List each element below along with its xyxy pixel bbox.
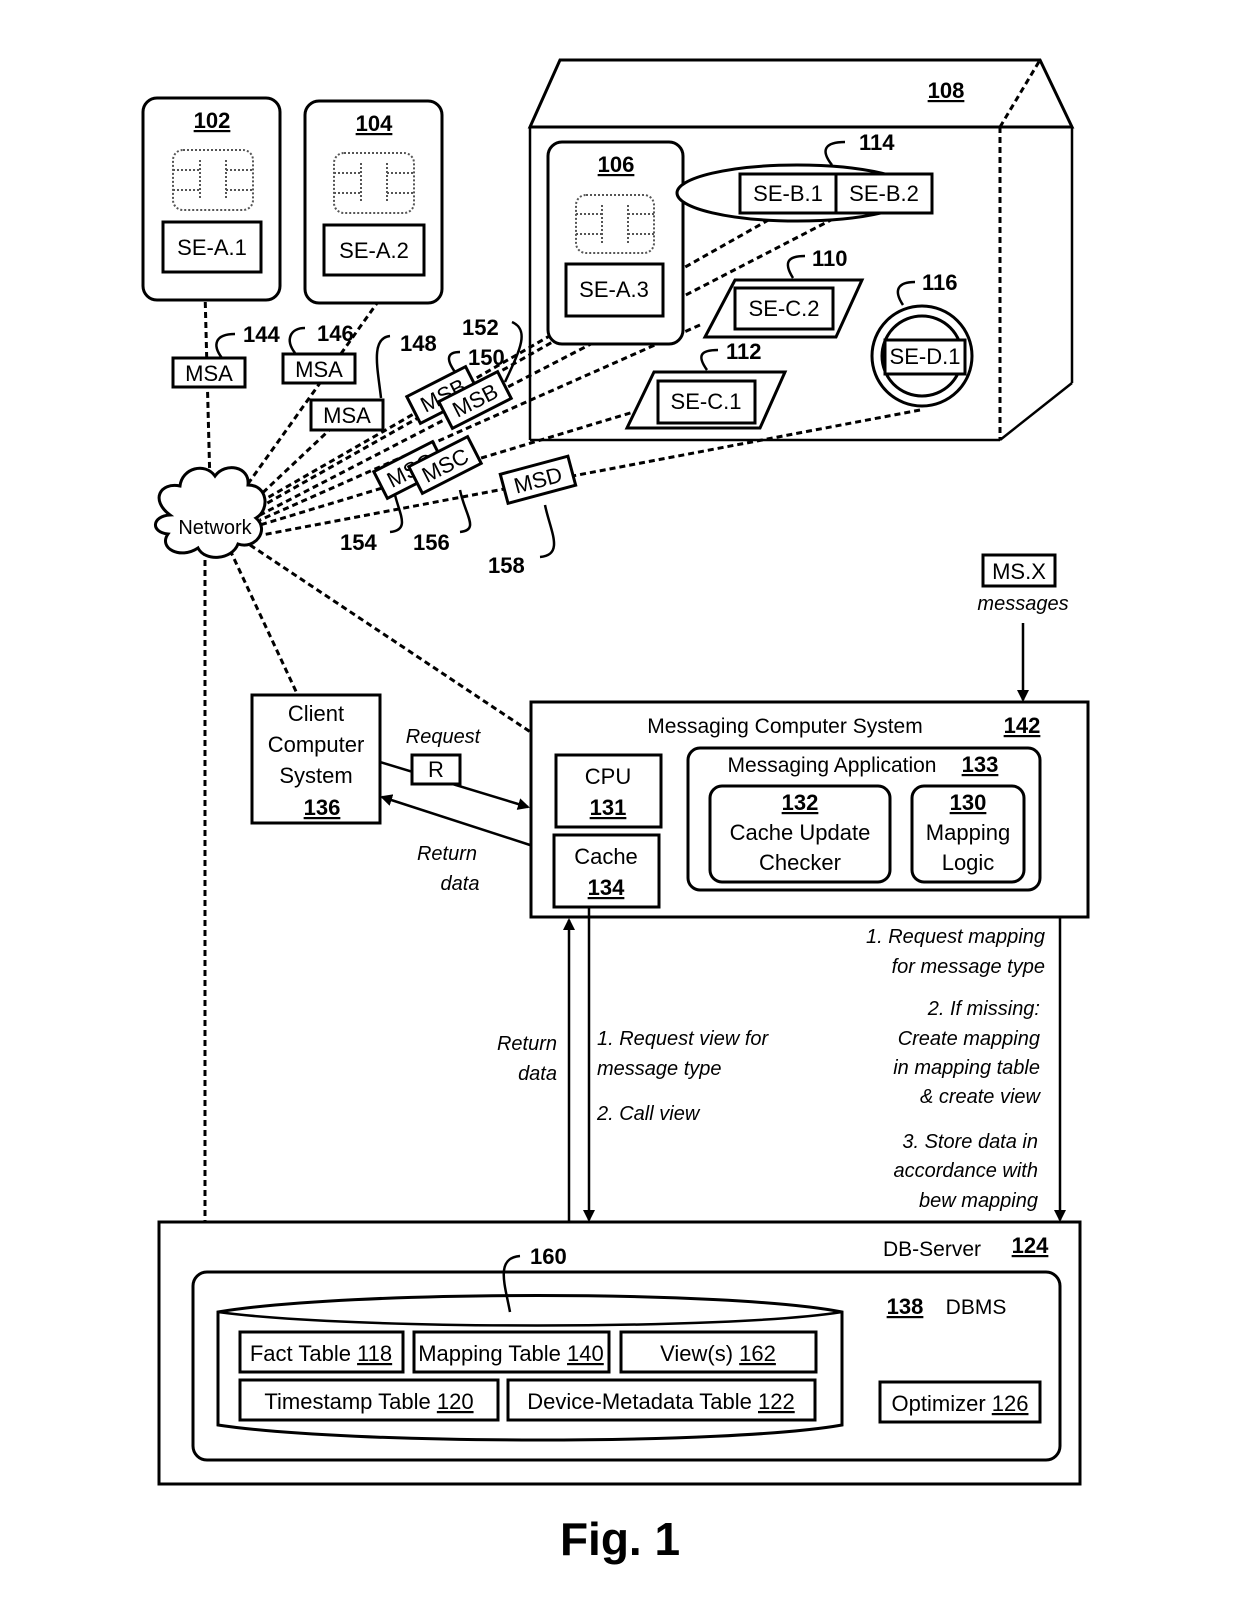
svg-text:Network: Network xyxy=(178,517,252,539)
ref-112: 112 xyxy=(726,339,762,364)
card-ref: 106 xyxy=(598,152,635,177)
svg-text:in mapping table: in mapping table xyxy=(893,1057,1040,1079)
svg-text:Device-Metadata Table 122: Device-Metadata Table 122 xyxy=(527,1389,794,1414)
svg-text:Mapping: Mapping xyxy=(926,820,1010,845)
svg-text:Client: Client xyxy=(288,701,344,726)
svg-text:MSA: MSA xyxy=(185,361,233,386)
device-108: 108 106 SE-A.3 SE-B.1 SE-B.2 114 SE-C.2 … xyxy=(527,58,1075,442)
message-msc-156: MSC xyxy=(406,434,484,496)
svg-text:DBMS: DBMS xyxy=(946,1296,1007,1319)
msx-input: MS.X messages xyxy=(977,553,1069,702)
svg-text:132: 132 xyxy=(782,790,819,815)
ref-156: 156 xyxy=(413,530,450,555)
svg-text:message type: message type xyxy=(597,1058,722,1080)
svg-text:Timestamp Table 120: Timestamp Table 120 xyxy=(264,1389,473,1414)
svg-text:CPU: CPU xyxy=(585,764,631,789)
svg-text:136: 136 xyxy=(304,795,341,820)
svg-text:accordance with: accordance with xyxy=(893,1160,1038,1182)
figure-caption: Fig. 1 xyxy=(560,1513,680,1565)
ref-116: 116 xyxy=(922,270,958,295)
svg-text:Return: Return xyxy=(497,1033,557,1055)
client-computer-system: Client Computer System 136 xyxy=(250,693,382,825)
card-104: 104 SE-A.2 xyxy=(303,99,444,305)
messaging-computer-system: Messaging Computer System 142 CPU 131 Ca… xyxy=(529,700,1090,919)
db-server: DB-Server 124 138 DBMS 160 Fact Table 11… xyxy=(157,1220,1082,1486)
svg-text:Messaging Application: Messaging Application xyxy=(728,754,937,777)
svg-text:MS.X: MS.X xyxy=(992,559,1046,584)
message-msa-146: MSA 146 xyxy=(281,321,357,385)
svg-text:data: data xyxy=(441,873,480,895)
card-ref: 104 xyxy=(356,111,393,136)
svg-text:Request: Request xyxy=(406,726,482,748)
ref-114: 114 xyxy=(859,130,895,155)
ref-152: 152 xyxy=(462,315,499,340)
svg-text:& create view: & create view xyxy=(920,1086,1042,1108)
se-b2-label: SE-B.2 xyxy=(849,181,919,206)
message-msd-158: MSD xyxy=(498,454,578,506)
svg-text:1. Request mapping: 1. Request mapping xyxy=(866,926,1045,948)
svg-text:Cache Update: Cache Update xyxy=(730,820,871,845)
svg-text:160: 160 xyxy=(530,1244,567,1269)
ref-144: 144 xyxy=(243,322,280,347)
svg-text:View(s) 162: View(s) 162 xyxy=(660,1341,776,1366)
svg-text:Computer: Computer xyxy=(268,732,365,757)
svg-text:134: 134 xyxy=(588,875,625,900)
ref-154: 154 xyxy=(340,530,377,555)
svg-text:Logic: Logic xyxy=(942,850,995,875)
svg-text:2. If missing:: 2. If missing: xyxy=(927,998,1040,1020)
ref-110: 110 xyxy=(812,246,848,271)
svg-text:1. Request view for: 1. Request view for xyxy=(597,1028,770,1050)
network-cloud: Network xyxy=(154,466,267,559)
svg-text:MSD: MSD xyxy=(511,462,565,499)
svg-text:Messaging Computer System: Messaging Computer System xyxy=(647,715,922,738)
svg-text:138: 138 xyxy=(887,1294,924,1319)
svg-text:for message type: for message type xyxy=(892,956,1045,978)
svg-text:data: data xyxy=(518,1063,557,1085)
se-label: SE-A.3 xyxy=(579,277,649,302)
se-label: SE-A.2 xyxy=(339,238,409,263)
svg-text:131: 131 xyxy=(590,795,627,820)
ref-158: 158 xyxy=(488,553,525,578)
se-c2-label: SE-C.2 xyxy=(749,296,820,321)
svg-text:DB-Server: DB-Server xyxy=(883,1238,981,1261)
svg-text:System: System xyxy=(279,763,352,788)
svg-text:3. Store data in: 3. Store data in xyxy=(902,1131,1038,1153)
card-ref: 102 xyxy=(194,108,231,133)
patent-figure: 102 SE-A.1 104 SE-A.2 108 106 SE-A.3 SE-… xyxy=(141,58,1090,1565)
svg-text:bew mapping: bew mapping xyxy=(919,1190,1038,1212)
se-label: SE-A.1 xyxy=(177,235,247,260)
ref-148: 148 xyxy=(400,331,437,356)
svg-text:MSA: MSA xyxy=(295,357,343,382)
svg-text:R: R xyxy=(428,757,444,782)
svg-text:Checker: Checker xyxy=(759,850,841,875)
svg-text:Fact Table 118: Fact Table 118 xyxy=(250,1341,392,1366)
mapping-flow-text: 1. Request mapping for message type 2. I… xyxy=(866,926,1045,1212)
svg-text:133: 133 xyxy=(962,752,999,777)
svg-text:Create mapping: Create mapping xyxy=(898,1028,1040,1050)
svg-text:Return: Return xyxy=(417,843,477,865)
se-c1-label: SE-C.1 xyxy=(671,389,742,414)
svg-text:messages: messages xyxy=(977,593,1068,615)
device-ref: 108 xyxy=(928,78,965,103)
se-d1-label: SE-D.1 xyxy=(890,344,961,369)
svg-text:Optimizer 126: Optimizer 126 xyxy=(892,1391,1029,1416)
se-b1-label: SE-B.1 xyxy=(753,181,823,206)
svg-text:Mapping Table 140: Mapping Table 140 xyxy=(418,1341,604,1366)
card-102: 102 SE-A.1 xyxy=(141,96,282,302)
ref-150: 150 xyxy=(468,345,505,370)
ref-146: 146 xyxy=(317,321,354,346)
svg-text:142: 142 xyxy=(1004,713,1041,738)
svg-text:Cache: Cache xyxy=(574,844,638,869)
svg-text:2. Call view: 2. Call view xyxy=(596,1103,701,1125)
svg-text:124: 124 xyxy=(1012,1233,1049,1258)
svg-text:130: 130 xyxy=(950,790,987,815)
message-msa-144: MSA 144 xyxy=(171,322,280,389)
svg-text:MSA: MSA xyxy=(323,403,371,428)
